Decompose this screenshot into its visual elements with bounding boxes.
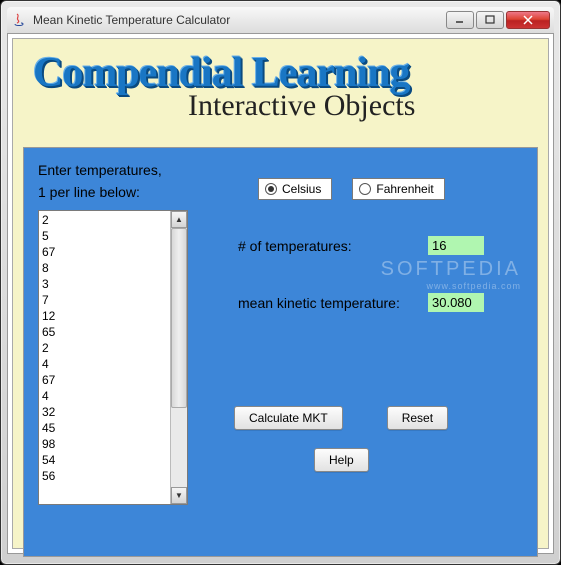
celsius-radio[interactable]: Celsius	[258, 178, 332, 200]
content-panel: Compendial Learning Interactive Objects …	[12, 38, 549, 549]
java-icon	[11, 12, 27, 28]
close-button[interactable]	[506, 11, 550, 29]
radio-icon	[359, 183, 371, 195]
scroll-thumb[interactable]	[171, 228, 187, 408]
fahrenheit-label: Fahrenheit	[376, 182, 433, 196]
celsius-label: Celsius	[282, 182, 321, 196]
scrollbar[interactable]: ▲ ▼	[170, 211, 187, 504]
maximize-button[interactable]	[476, 11, 504, 29]
window-frame: Mean Kinetic Temperature Calculator Comp…	[0, 0, 561, 565]
mkt-label: mean kinetic temperature:	[238, 295, 428, 311]
radio-icon	[265, 183, 277, 195]
temperatures-input-wrap: ▲ ▼	[38, 210, 188, 505]
count-label: # of temperatures:	[238, 238, 428, 254]
calculate-button[interactable]: Calculate MKT	[234, 406, 343, 430]
window-buttons	[446, 11, 550, 29]
window-title: Mean Kinetic Temperature Calculator	[33, 13, 446, 27]
client-area: Compendial Learning Interactive Objects …	[7, 33, 554, 554]
logo-line2: Interactive Objects	[188, 89, 528, 123]
fahrenheit-radio[interactable]: Fahrenheit	[352, 178, 444, 200]
temperatures-input[interactable]	[39, 211, 170, 504]
scroll-up-button[interactable]: ▲	[171, 211, 187, 228]
reset-button[interactable]: Reset	[387, 406, 448, 430]
mkt-value: 30.080	[428, 293, 484, 312]
count-value: 16	[428, 236, 484, 255]
minimize-button[interactable]	[446, 11, 474, 29]
scroll-track[interactable]	[171, 228, 187, 487]
main-panel: Enter temperatures, 1 per line below: ▲ …	[23, 147, 538, 557]
header-logo: Compendial Learning Interactive Objects	[13, 39, 548, 139]
scroll-down-button[interactable]: ▼	[171, 487, 187, 504]
help-button[interactable]: Help	[314, 448, 369, 472]
titlebar[interactable]: Mean Kinetic Temperature Calculator	[7, 7, 554, 33]
prompt-line1: Enter temperatures,	[38, 162, 523, 178]
